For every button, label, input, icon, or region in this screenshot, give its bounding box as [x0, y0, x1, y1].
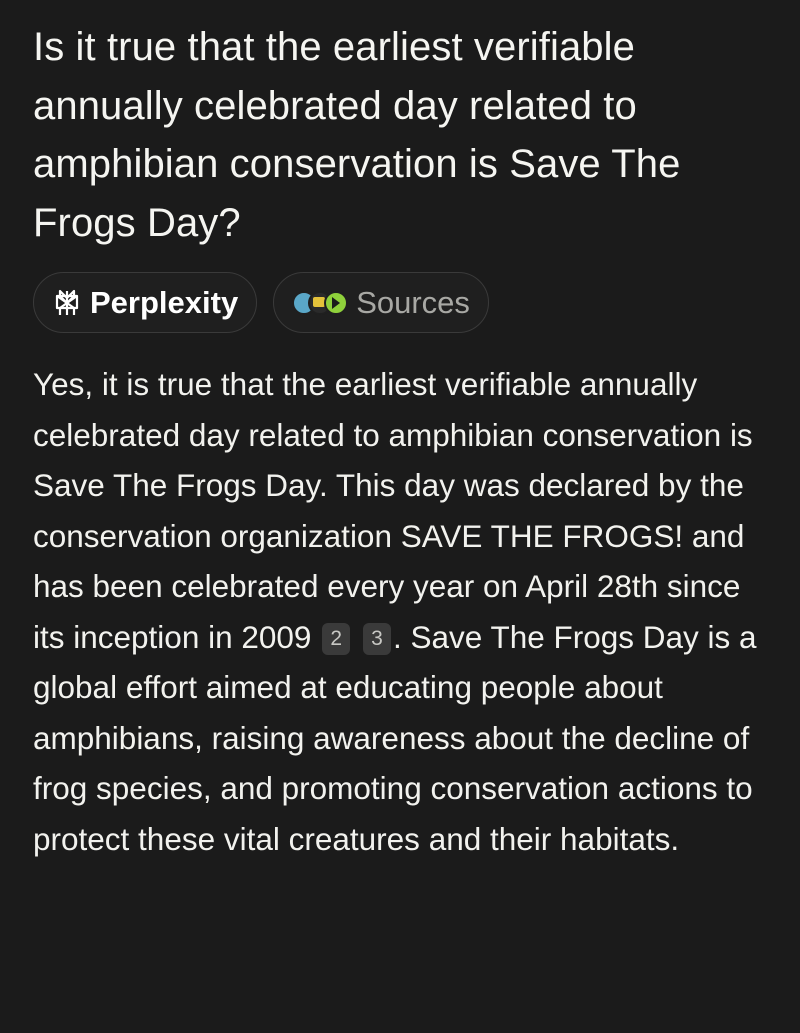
perplexity-chip[interactable]: Perplexity: [33, 272, 258, 333]
question-title: Is it true that the earliest verifiable …: [33, 25, 681, 245]
sources-chip[interactable]: Sources: [273, 272, 489, 333]
sources-chip-label: Sources: [356, 284, 470, 320]
source-favicons: [292, 290, 349, 315]
answer-text-part-1: Yes, it is true that the earliest verifi…: [33, 366, 753, 655]
perplexity-chip-label: Perplexity: [90, 284, 239, 320]
answer-text: Yes, it is true that the earliest verifi…: [33, 359, 773, 864]
answer-chips: Perplexity Sources: [33, 272, 489, 333]
perplexity-logo-icon: [55, 289, 79, 315]
source-favicon-3-icon: [324, 290, 349, 315]
citation-3[interactable]: 3: [362, 622, 391, 655]
citation-2[interactable]: 2: [322, 622, 351, 655]
